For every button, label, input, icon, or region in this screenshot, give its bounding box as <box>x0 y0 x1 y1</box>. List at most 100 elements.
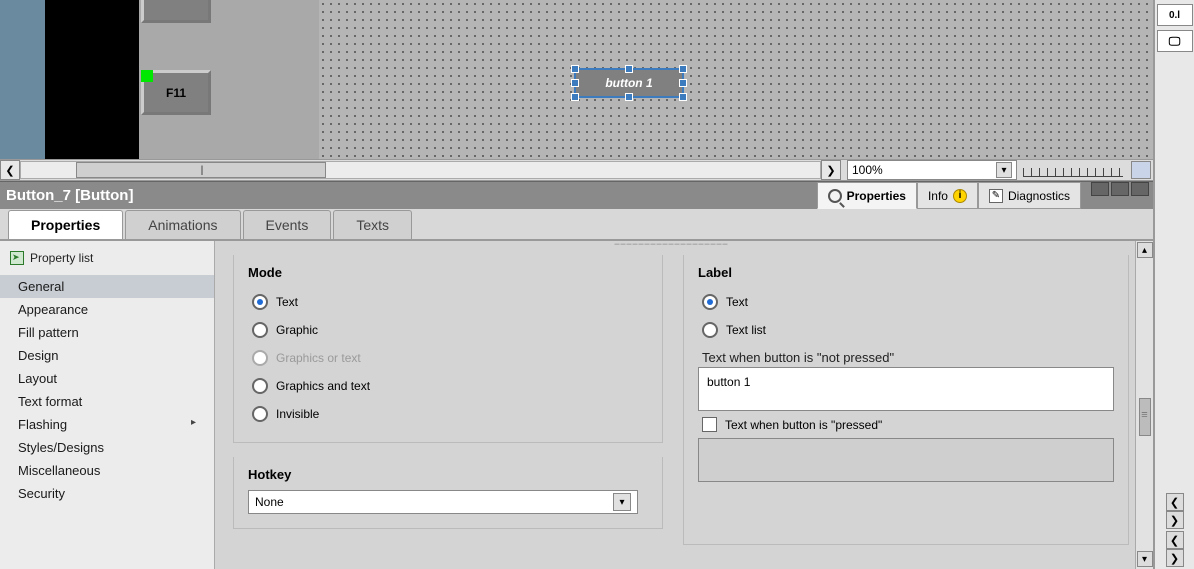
canvas-footer-bar: ❮ ❯ 100% ▾ <box>0 159 1153 181</box>
radio-icon <box>702 322 718 338</box>
green-indicator-icon <box>141 70 153 82</box>
sidebar-mini-button[interactable]: 0.l <box>1157 4 1193 26</box>
resize-handle-sw[interactable] <box>571 93 579 101</box>
black-background <box>45 0 139 159</box>
monitor-icon: 🖵 <box>1169 34 1181 49</box>
panel-vertical-scrollbar[interactable]: ▴ ▾ <box>1135 241 1153 569</box>
tab-label: Properties <box>847 189 906 203</box>
zoom-value: 100% <box>852 163 883 177</box>
radio-icon <box>252 378 268 394</box>
resize-handle-s[interactable] <box>625 93 633 101</box>
property-list-header: Property list <box>0 249 214 275</box>
tab-properties-view[interactable]: Properties <box>817 182 917 209</box>
label-group-title: Label <box>698 265 1114 280</box>
radio-label: Graphics and text <box>276 379 370 393</box>
magnifier-icon <box>828 189 842 203</box>
design-canvas[interactable]: F11 button 1 <box>0 0 1153 159</box>
subtab-events[interactable]: Events <box>243 210 332 239</box>
sidebar-right-arrow-button-2[interactable]: ❯ <box>1166 549 1184 567</box>
mode-group: Mode Text Graphic Graphics or text Graph… <box>233 255 663 443</box>
window-collapse-button[interactable] <box>1091 182 1109 196</box>
chevron-down-icon[interactable]: ▾ <box>613 493 631 511</box>
resize-handle-ne[interactable] <box>679 65 687 73</box>
resize-handle-w[interactable] <box>571 79 579 87</box>
function-key-f11[interactable]: F11 <box>141 70 211 115</box>
label-option-textlist[interactable]: Text list <box>698 316 1114 344</box>
propcat-design[interactable]: Design <box>0 344 214 367</box>
resize-handle-nw[interactable] <box>571 65 579 73</box>
checkbox-icon <box>702 417 717 432</box>
scroll-down-button[interactable]: ▾ <box>1137 551 1153 567</box>
subtab-animations[interactable]: Animations <box>125 210 240 239</box>
mode-option-graphics-and-text[interactable]: Graphics and text <box>248 372 648 400</box>
hotkey-group: Hotkey None ▾ <box>233 457 663 529</box>
resize-handle-se[interactable] <box>679 93 687 101</box>
radio-icon <box>252 322 268 338</box>
propcat-layout[interactable]: Layout <box>0 367 214 390</box>
sidebar-left-arrow-button-2[interactable]: ❮ <box>1166 531 1184 549</box>
radio-icon <box>702 294 718 310</box>
propcat-appearance[interactable]: Appearance <box>0 298 214 321</box>
window-menu-button[interactable] <box>1131 182 1149 196</box>
fit-screen-button[interactable] <box>1131 161 1151 179</box>
propcat-general[interactable]: General <box>0 275 214 298</box>
hotkey-group-title: Hotkey <box>248 467 648 482</box>
info-icon: i <box>953 189 967 203</box>
function-key-partial[interactable] <box>141 0 211 23</box>
tab-info-view[interactable]: Info i <box>917 182 978 209</box>
propcat-styles-designs[interactable]: Styles/Designs <box>0 436 214 459</box>
resize-handle-n[interactable] <box>625 65 633 73</box>
scroll-thumb[interactable] <box>1139 398 1151 436</box>
placed-button-label: button 1 <box>605 76 652 90</box>
mode-option-invisible[interactable]: Invisible <box>248 400 648 428</box>
mode-option-text[interactable]: Text <box>248 288 648 316</box>
diagnostics-icon: ✎ <box>989 189 1003 203</box>
hscroll-right-button[interactable]: ❯ <box>821 160 841 180</box>
mode-group-title: Mode <box>248 265 648 280</box>
radio-label: Invisible <box>276 407 319 421</box>
hscroll-thumb[interactable] <box>76 162 326 178</box>
pressed-enable-row[interactable]: Text when button is "pressed" <box>698 411 1114 438</box>
property-panels: Mode Text Graphic Graphics or text Graph… <box>215 241 1153 569</box>
subtab-properties[interactable]: Properties <box>8 210 123 239</box>
resize-handle-e[interactable] <box>679 79 687 87</box>
inspector-window-controls <box>1091 182 1149 209</box>
tab-label: Diagnostics <box>1008 189 1070 203</box>
zoom-combo[interactable]: 100% ▾ <box>847 160 1017 180</box>
sidebar-screens-button[interactable]: 🖵 <box>1157 30 1193 52</box>
object-title: Button_7 [Button] <box>6 187 133 204</box>
pressed-checkbox-label: Text when button is "pressed" <box>725 418 882 432</box>
label-option-text[interactable]: Text <box>698 288 1114 316</box>
pressed-text-input <box>698 438 1114 482</box>
subtab-texts[interactable]: Texts <box>333 210 412 239</box>
sidebar-left-arrow-button[interactable]: ❮ <box>1166 493 1184 511</box>
dotted-design-surface[interactable]: button 1 <box>319 0 1153 159</box>
mode-option-graphic[interactable]: Graphic <box>248 316 648 344</box>
propcat-text-format[interactable]: Text format <box>0 390 214 413</box>
chevron-down-icon[interactable]: ▾ <box>996 162 1012 178</box>
property-subtabs: Properties Animations Events Texts <box>0 209 1153 241</box>
window-maximize-button[interactable] <box>1111 182 1129 196</box>
propcat-miscellaneous[interactable]: Miscellaneous <box>0 459 214 482</box>
hscroll-left-button[interactable]: ❮ <box>0 160 20 180</box>
property-list-icon <box>10 251 24 265</box>
propcat-fill-pattern[interactable]: Fill pattern <box>0 321 214 344</box>
radio-label: Graphics or text <box>276 351 361 365</box>
not-pressed-text-input[interactable]: button 1 <box>698 367 1114 411</box>
propcat-security[interactable]: Security <box>0 482 214 505</box>
tab-diagnostics-view[interactable]: ✎ Diagnostics <box>978 182 1081 209</box>
key-label: F11 <box>166 86 186 100</box>
radio-icon <box>252 294 268 310</box>
placed-button[interactable]: button 1 <box>574 68 684 98</box>
not-pressed-text-value: button 1 <box>707 375 750 389</box>
tab-label: Info <box>928 189 948 203</box>
radio-label: Text <box>276 295 298 309</box>
hscroll-track[interactable] <box>20 161 821 179</box>
hotkey-combo[interactable]: None ▾ <box>248 490 638 514</box>
zoom-slider[interactable] <box>1023 163 1123 177</box>
scroll-up-button[interactable]: ▴ <box>1137 242 1153 258</box>
inspector-titlebar: Button_7 [Button] Properties Info i ✎ Di… <box>0 181 1153 209</box>
sidebar-right-arrow-button[interactable]: ❯ <box>1166 511 1184 529</box>
propcat-flashing[interactable]: Flashing <box>0 413 214 436</box>
mode-option-graphics-or-text: Graphics or text <box>248 344 648 372</box>
